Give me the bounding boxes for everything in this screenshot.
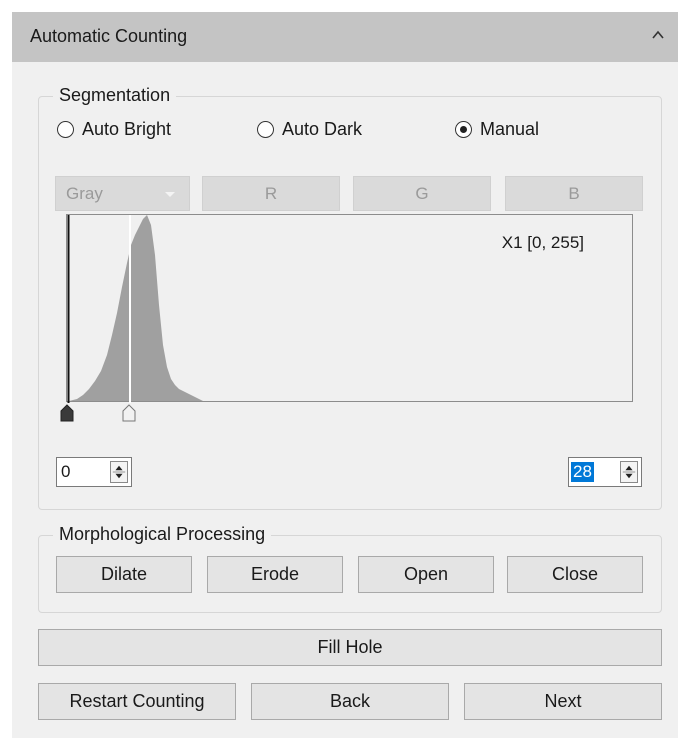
histogram-area bbox=[69, 215, 203, 401]
back-button[interactable]: Back bbox=[251, 683, 449, 720]
high-threshold-spinbox[interactable]: 28 bbox=[568, 457, 642, 487]
panel-header[interactable]: Automatic Counting bbox=[12, 12, 678, 62]
auto-bright-radio[interactable]: Auto Bright bbox=[57, 119, 171, 140]
next-button[interactable]: Next bbox=[464, 683, 662, 720]
channel-r-button[interactable]: R bbox=[202, 176, 340, 211]
channel-g-button[interactable]: G bbox=[353, 176, 491, 211]
fill-hole-button[interactable]: Fill Hole bbox=[38, 629, 662, 666]
chevron-up-icon[interactable] bbox=[650, 27, 666, 43]
histogram-range-label: X1 [0, 255] bbox=[501, 233, 584, 252]
morphology-title: Morphological Processing bbox=[53, 524, 272, 545]
auto-bright-label: Auto Bright bbox=[82, 119, 172, 139]
high-threshold-handle-icon[interactable] bbox=[122, 404, 136, 422]
dilate-button[interactable]: Dilate bbox=[56, 556, 192, 593]
radio-circle-checked bbox=[455, 121, 472, 138]
low-threshold-handle-icon[interactable] bbox=[60, 404, 74, 422]
manual-label: Manual bbox=[480, 119, 540, 139]
high-threshold-value: 28 bbox=[571, 462, 594, 482]
auto-dark-radio[interactable]: Auto Dark bbox=[257, 119, 362, 140]
radio-circle bbox=[57, 121, 74, 138]
close-button[interactable]: Close bbox=[507, 556, 643, 593]
manual-radio[interactable]: Manual bbox=[455, 119, 539, 140]
automatic-counting-panel: Automatic Counting Segmentation Auto Bri… bbox=[12, 12, 678, 738]
channel-select[interactable]: Gray bbox=[55, 176, 190, 211]
segmentation-title: Segmentation bbox=[53, 85, 177, 106]
radio-circle bbox=[257, 121, 274, 138]
erode-button[interactable]: Erode bbox=[207, 556, 343, 593]
panel-title: Automatic Counting bbox=[30, 26, 188, 46]
restart-counting-button[interactable]: Restart Counting bbox=[38, 683, 236, 720]
channel-select-value: Gray bbox=[66, 183, 103, 203]
dropdown-arrow-icon bbox=[165, 191, 175, 197]
auto-dark-label: Auto Dark bbox=[282, 119, 363, 139]
spin-arrows-icon[interactable] bbox=[110, 461, 128, 483]
spin-arrows-icon[interactable] bbox=[620, 461, 638, 483]
open-button[interactable]: Open bbox=[358, 556, 494, 593]
low-threshold-value: 0 bbox=[61, 462, 71, 481]
channel-b-button[interactable]: B bbox=[505, 176, 643, 211]
histogram[interactable]: X1 [0, 255] bbox=[66, 214, 633, 403]
low-threshold-spinbox[interactable]: 0 bbox=[56, 457, 132, 487]
